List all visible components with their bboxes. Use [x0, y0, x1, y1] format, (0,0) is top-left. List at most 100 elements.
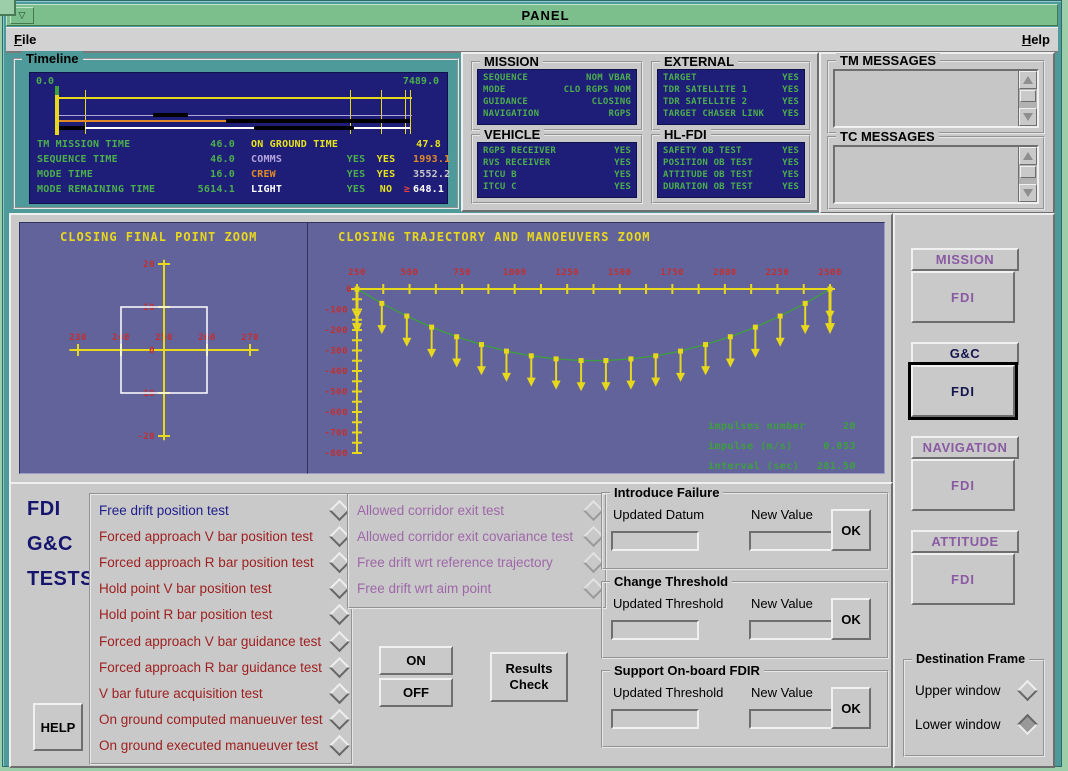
svg-text:1500: 1500 — [608, 268, 632, 278]
lower-window-diamond[interactable] — [1017, 714, 1038, 735]
scroll-up-button[interactable] — [1019, 147, 1037, 165]
gantt-segment — [57, 97, 412, 99]
fdi-group-attitude: ATTITUDE FDI — [911, 530, 1015, 553]
new-value-label: New Value — [751, 685, 813, 700]
mission-frame-title: MISSION — [480, 54, 543, 69]
test-item-disabled: Allowed corridor exit test — [353, 497, 601, 523]
svg-text:-600: -600 — [324, 408, 348, 418]
triangle-down-icon: ▽ — [19, 10, 26, 21]
introduce-failure-ok-button[interactable]: OK — [831, 509, 871, 551]
updated-threshold-input[interactable] — [611, 620, 699, 640]
test-item[interactable]: Forced approach R bar position test — [95, 549, 347, 575]
fdi-group-label-mission[interactable]: MISSION — [911, 248, 1019, 271]
status-row: GUIDANCECLOSING — [483, 96, 631, 108]
test-toggle-diamond[interactable] — [329, 709, 350, 730]
scrollbar-thumb[interactable] — [1020, 166, 1036, 178]
test-item-label: On ground executed manueuver test — [95, 738, 332, 753]
tm-messages-title: TM MESSAGES — [836, 53, 940, 68]
test-toggle-diamond[interactable] — [329, 735, 350, 756]
test-item[interactable]: Forced approach R bar guidance test — [95, 654, 347, 680]
status-row: TDR SATELLITE 2YES — [663, 96, 799, 108]
status-row: SEQUENCENOM VBAR — [483, 72, 631, 84]
gantt-segment — [57, 126, 85, 130]
title-bar[interactable]: ▽ PANEL — [6, 4, 1058, 26]
test-item-label: Free drift wrt reference trajectory — [353, 555, 586, 570]
svg-text:281.50: 281.50 — [817, 461, 856, 472]
fdi-group-label-gc[interactable]: G&C — [911, 342, 1019, 365]
on-button[interactable]: ON — [379, 646, 453, 675]
test-toggle-diamond[interactable] — [329, 683, 350, 704]
destination-frame-title: Destination Frame — [912, 652, 1029, 666]
status-row: DURATION OB TESTYES — [663, 181, 799, 193]
test-toggle-diamond[interactable] — [329, 657, 350, 678]
svg-text:-700: -700 — [324, 429, 348, 439]
tm-scrollbar[interactable] — [1018, 71, 1037, 126]
change-threshold-section: Change Threshold Updated Threshold New V… — [601, 581, 889, 659]
test-item[interactable]: Hold point R bar position test — [95, 602, 347, 628]
attitude-fdi-button[interactable]: FDI — [911, 553, 1015, 605]
change-threshold-ok-button[interactable]: OK — [831, 598, 871, 640]
test-item-label: Free drift position test — [95, 503, 332, 518]
test-item-disabled: Free drift wrt reference trajectory — [353, 549, 601, 575]
scrollbar-thumb[interactable] — [1020, 90, 1036, 102]
fdi-group-mission: MISSION FDI — [911, 248, 1015, 271]
updated-threshold-input[interactable] — [611, 709, 699, 729]
svg-text:0: 0 — [149, 346, 155, 356]
destination-option-upper[interactable]: Upper window — [915, 683, 1035, 698]
mission-fdi-button[interactable]: FDI — [911, 271, 1015, 323]
vehicle-frame: VEHICLE RGPS RECEIVERYESRVS RECEIVERYESI… — [471, 134, 643, 204]
tests-heading-fdi: FDI — [27, 498, 61, 521]
test-item-label: On ground computed manueuver test — [95, 712, 332, 727]
scroll-down-button[interactable] — [1019, 108, 1037, 126]
menu-help[interactable]: Help — [1014, 30, 1058, 49]
navigation-fdi-button[interactable]: FDI — [911, 459, 1015, 511]
updated-datum-input[interactable] — [611, 531, 699, 551]
gantt-segment — [354, 127, 409, 129]
test-item[interactable]: On ground executed manueuver test — [95, 733, 347, 759]
test-item[interactable]: V bar future acquisition test — [95, 680, 347, 706]
status-row: MODECLO RGPS NOM — [483, 84, 631, 96]
test-item-label: Forced approach R bar position test — [95, 555, 332, 570]
tm-messages-list[interactable] — [833, 69, 1039, 128]
scroll-track[interactable] — [1019, 165, 1037, 184]
menu-bar: File Help — [6, 27, 1058, 53]
support-onboard-fdir-ok-button[interactable]: OK — [831, 687, 871, 729]
test-item-label: Forced approach V bar position test — [95, 529, 332, 544]
test-item[interactable]: Free drift position test — [95, 497, 347, 523]
svg-text:230: 230 — [69, 333, 87, 343]
svg-text:-10: -10 — [137, 389, 155, 399]
timeline-display: 0.0 7489.0 TM MISSION TIME46.0ON GROUND … — [29, 72, 448, 204]
scroll-track[interactable] — [1019, 89, 1037, 108]
tc-messages-list[interactable] — [833, 145, 1039, 204]
secondary-tests-list: Allowed corridor exit testAllowed corrid… — [347, 493, 607, 609]
svg-text:2500: 2500 — [818, 268, 842, 278]
gc-fdi-button[interactable]: FDI — [911, 365, 1015, 417]
test-toggle-diamond[interactable] — [329, 630, 350, 651]
tests-heading-tests: TESTS — [27, 568, 94, 591]
help-button[interactable]: HELP — [33, 703, 83, 751]
status-row: TDR SATELLITE 1YES — [663, 84, 799, 96]
results-check-button[interactable]: Results Check — [490, 652, 568, 702]
test-item-label: Hold point V bar position test — [95, 581, 332, 596]
fdi-group-label-attitude[interactable]: ATTITUDE — [911, 530, 1019, 553]
upper-window-diamond[interactable] — [1017, 680, 1038, 701]
scroll-down-button[interactable] — [1019, 184, 1037, 202]
test-item[interactable]: Forced approach V bar position test — [95, 523, 347, 549]
test-item-label: V bar future acquisition test — [95, 686, 332, 701]
final-point-zoom-plot: CLOSING FINAL POINT ZOOM2302402502602702… — [19, 222, 309, 474]
svg-text:2250: 2250 — [766, 268, 790, 278]
svg-text:1250: 1250 — [555, 268, 579, 278]
svg-text:1000: 1000 — [503, 268, 527, 278]
tc-scrollbar[interactable] — [1018, 147, 1037, 202]
destination-option-lower[interactable]: Lower window — [915, 717, 1035, 732]
fdi-group-label-navigation[interactable]: NAVIGATION — [911, 436, 1019, 459]
gantt-segment — [57, 115, 412, 116]
fdi-group-navigation: NAVIGATION FDI — [911, 436, 1015, 459]
scroll-up-button[interactable] — [1019, 71, 1037, 89]
test-item[interactable]: Forced approach V bar guidance test — [95, 628, 347, 654]
status-row: RVS RECEIVERYES — [483, 157, 631, 169]
test-item[interactable]: Hold point V bar position test — [95, 576, 347, 602]
test-item[interactable]: On ground computed manueuver test — [95, 707, 347, 733]
menu-file[interactable]: File — [6, 30, 44, 49]
off-button[interactable]: OFF — [379, 678, 453, 707]
